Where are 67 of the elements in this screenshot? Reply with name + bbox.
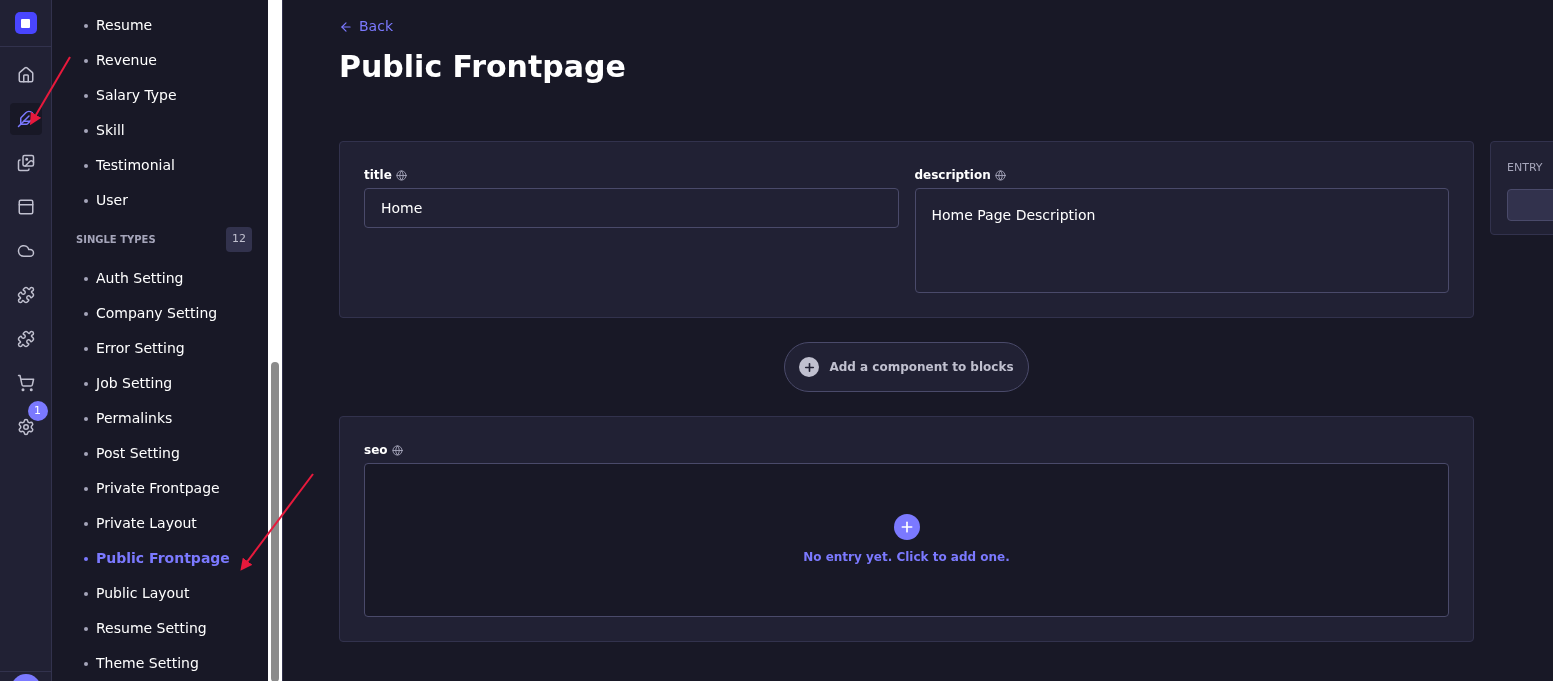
nav-item[interactable]: Public Frontpage — [52, 541, 268, 576]
nav-item[interactable]: Permalinks — [52, 401, 268, 436]
section-heading: SINGLE TYPES — [76, 233, 156, 247]
nav-item[interactable]: Testimonial — [52, 148, 268, 183]
bullet-icon — [84, 521, 88, 526]
nav-item[interactable]: Auth Setting — [52, 261, 268, 296]
images-icon — [16, 154, 35, 172]
nav-item[interactable]: Skill — [52, 113, 268, 148]
bullet-icon — [84, 416, 88, 421]
nav-item[interactable]: Resume — [52, 8, 268, 43]
bullet-icon — [84, 276, 88, 281]
nav-item[interactable]: Company Setting — [52, 296, 268, 331]
input-field[interactable]: Home — [364, 188, 899, 228]
bullet-icon — [84, 626, 88, 631]
back-link[interactable]: Back — [339, 16, 393, 37]
bullet-icon — [84, 661, 88, 666]
bullet-icon — [84, 198, 88, 203]
page-title: Public Frontpage — [339, 48, 627, 86]
bullet-icon — [84, 311, 88, 316]
count-badge: 12 — [226, 227, 252, 252]
globe-icon — [395, 169, 407, 181]
add-component-button[interactable]: Add a component to blocks — [784, 342, 1029, 392]
bullet-icon — [84, 128, 88, 133]
logo-icon[interactable] — [14, 12, 37, 34]
scrollbar-thumb[interactable] — [271, 362, 279, 681]
feather-icon — [16, 110, 35, 128]
field-label: title — [364, 167, 392, 184]
cloud-icon — [16, 242, 35, 260]
bullet-icon — [84, 486, 88, 491]
bullet-icon — [84, 23, 88, 28]
nav-item[interactable]: Theme Setting — [52, 646, 268, 681]
home-icon — [16, 66, 35, 84]
nav-item[interactable]: Job Setting — [52, 366, 268, 401]
nav-item[interactable]: Resume Setting — [52, 611, 268, 646]
bullet-icon — [84, 556, 88, 561]
nav-rail-button[interactable] — [9, 103, 42, 135]
layout-icon — [16, 198, 35, 216]
bullet-icon — [84, 451, 88, 456]
empty-component-area[interactable]: No entry yet. Click to add one. — [364, 463, 1449, 617]
nav-item[interactable]: Private Frontpage — [52, 471, 268, 506]
plus-icon — [893, 514, 920, 540]
globe-icon — [391, 444, 403, 456]
bullet-icon — [84, 93, 88, 98]
settings-icon — [16, 418, 35, 436]
nav-item[interactable]: User — [52, 183, 268, 218]
nav-item[interactable]: Salary Type — [52, 78, 268, 113]
cart-icon — [16, 374, 35, 392]
bullet-icon — [84, 381, 88, 386]
bullet-icon — [84, 58, 88, 63]
notification-badge: 1 — [27, 401, 48, 421]
nav-item[interactable]: Private Layout — [52, 506, 268, 541]
nav-item[interactable]: Public Layout — [52, 576, 268, 611]
textarea-field[interactable]: Home Page Description — [914, 188, 1449, 293]
plus-icon — [799, 357, 820, 377]
nav-item[interactable]: Revenue — [52, 43, 268, 78]
nav-item[interactable]: Error Setting — [52, 331, 268, 366]
bullet-icon — [84, 591, 88, 596]
bullet-icon — [84, 346, 88, 351]
puzzle-icon — [16, 286, 35, 304]
field-label: description — [914, 167, 991, 184]
globe-icon — [994, 169, 1006, 181]
panel-heading: ENTRY — [1507, 160, 1544, 176]
field-label: seo — [364, 442, 388, 459]
puzzle-icon — [16, 330, 35, 348]
nav-item[interactable]: Post Setting — [52, 436, 268, 471]
annotation-arrow — [29, 56, 71, 126]
bullet-icon — [84, 163, 88, 168]
